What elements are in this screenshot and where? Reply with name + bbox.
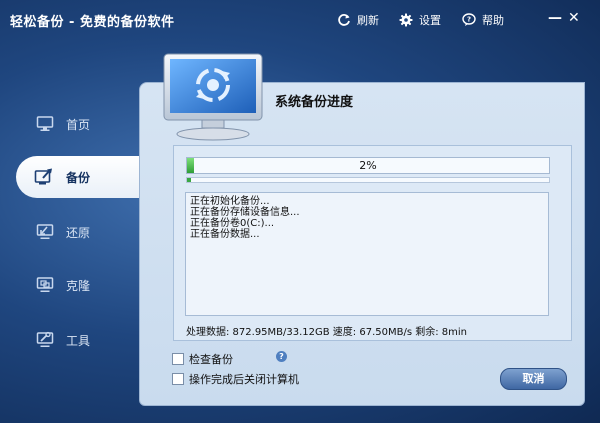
check-backup-label: 检查备份 — [189, 353, 233, 366]
section-title: 系统备份进度 — [275, 95, 354, 110]
sidebar-item-backup[interactable]: 备份 — [16, 156, 140, 198]
log-box[interactable]: 正在初始化备份... 正在备份存储设备信息... 正在备份卷0(C:)... 正… — [185, 192, 549, 316]
sidebar-item-clone[interactable]: 克隆 — [0, 265, 138, 305]
log-line: 正在备份卷0(C:)... — [190, 218, 275, 229]
help-bubble-icon: ? — [462, 13, 476, 26]
main-progress-bar: 2% — [186, 157, 550, 174]
settings-label: 设置 — [419, 14, 441, 27]
gear-icon — [399, 13, 413, 27]
sidebar-item-home[interactable]: 首页 — [0, 104, 138, 144]
log-line: 正在备份存储设备信息... — [190, 207, 300, 218]
processing-stats: 处理数据: 872.95MB/33.12GB 速度: 67.50MB/s 剩余:… — [186, 327, 468, 338]
cancel-button[interactable]: 取消 — [500, 368, 567, 390]
check-backup-option[interactable]: 检查备份 — [172, 351, 233, 367]
app-window: 轻松备份 - 免费的备份软件 刷新 设置 ? 帮助 — ✕ 首页 备份 还原 克… — [0, 0, 600, 423]
refresh-icon — [338, 14, 350, 26]
log-line: 正在备份数据... — [190, 229, 260, 240]
sidebar-item-label: 首页 — [66, 118, 91, 132]
svg-text:?: ? — [467, 16, 471, 24]
sidebar-item-label: 还原 — [66, 226, 91, 240]
clone-icon — [36, 277, 54, 292]
backup-monitor-icon — [163, 53, 263, 141]
refresh-button[interactable]: 刷新 — [337, 12, 379, 28]
close-button[interactable]: ✕ — [568, 10, 580, 26]
help-question-icon[interactable]: ? — [276, 351, 287, 362]
shutdown-checkbox[interactable] — [172, 373, 184, 385]
sidebar-item-tools[interactable]: 工具 — [0, 320, 138, 360]
shutdown-label: 操作完成后关闭计算机 — [189, 373, 299, 386]
log-line: 正在初始化备份... — [190, 196, 270, 207]
title-bar: 轻松备份 - 免费的备份软件 刷新 设置 ? 帮助 — ✕ — [0, 0, 600, 38]
tools-icon — [36, 331, 54, 347]
sidebar-item-label: 克隆 — [66, 279, 91, 293]
backup-icon — [34, 168, 52, 185]
settings-button[interactable]: 设置 — [399, 12, 441, 28]
help-button[interactable]: ? 帮助 — [462, 12, 504, 28]
progress-percent: 2% — [359, 159, 377, 172]
home-monitor-icon — [36, 116, 54, 131]
restore-icon — [36, 224, 54, 239]
check-backup-checkbox[interactable] — [172, 353, 184, 365]
secondary-progress-fill — [187, 178, 191, 182]
sidebar-item-label: 工具 — [66, 334, 91, 348]
sidebar-item-label: 备份 — [66, 171, 91, 185]
refresh-label: 刷新 — [357, 14, 379, 27]
help-label: 帮助 — [482, 14, 504, 27]
app-title: 轻松备份 - 免费的备份软件 — [10, 15, 175, 30]
minimize-button[interactable]: — — [548, 10, 562, 26]
shutdown-option[interactable]: 操作完成后关闭计算机 — [172, 371, 299, 387]
sidebar-item-restore[interactable]: 还原 — [0, 212, 138, 252]
secondary-progress-bar — [186, 177, 550, 183]
